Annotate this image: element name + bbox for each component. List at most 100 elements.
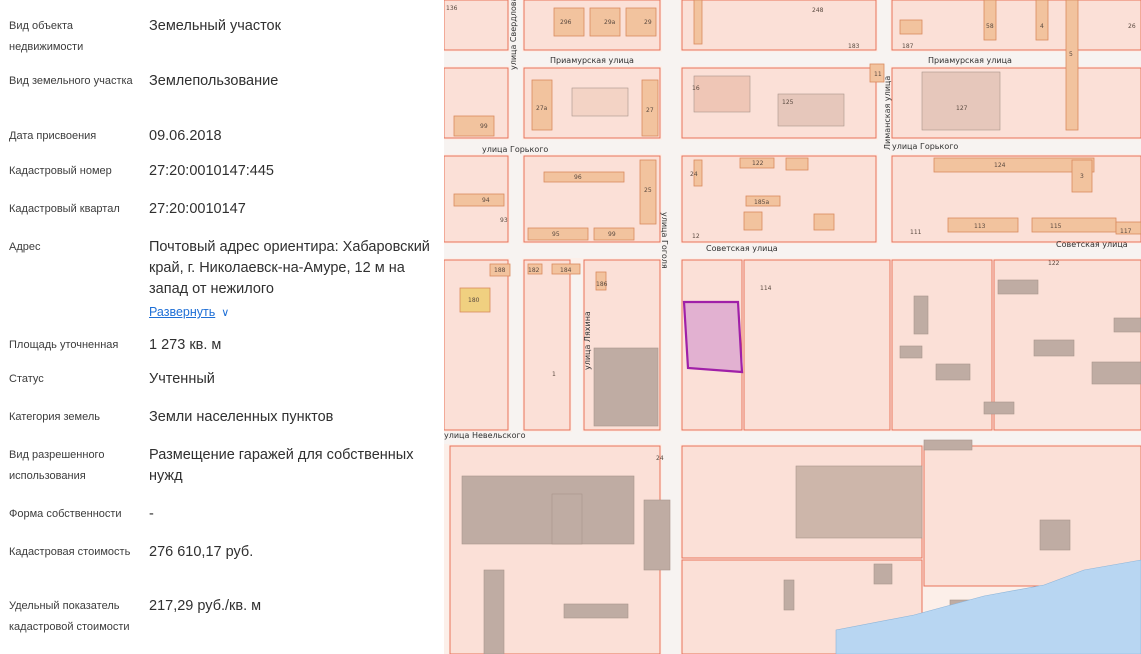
building-number: 122 xyxy=(752,160,764,167)
structure xyxy=(873,563,893,585)
street-lyakina xyxy=(572,268,582,432)
address-text: Почтовый адрес ориентира: Хабаровский кр… xyxy=(149,239,430,297)
street-label: улица Невельского xyxy=(444,431,526,440)
building xyxy=(693,0,703,45)
building-number: 124 xyxy=(994,162,1006,169)
parcel xyxy=(891,259,993,431)
building-number: 125 xyxy=(782,99,794,106)
building-number: 24 xyxy=(656,455,664,462)
building-number: 296 xyxy=(560,19,572,26)
property-label: Удельный показатель кадастровой стоимост… xyxy=(9,600,130,633)
structure xyxy=(483,569,505,654)
building-number: 99 xyxy=(608,231,616,238)
property-label: Вид разрешенного использования xyxy=(9,449,105,482)
building-number: 29 xyxy=(644,19,652,26)
building xyxy=(1035,0,1049,41)
property-value: Учтенный xyxy=(149,371,215,387)
building-number: 16 xyxy=(692,85,700,92)
building-number: 114 xyxy=(760,285,772,292)
street-label: Советская улица xyxy=(1056,240,1128,249)
structure xyxy=(997,279,1039,295)
street-priamurskaya xyxy=(444,52,1141,66)
structure xyxy=(693,75,751,113)
building xyxy=(453,193,505,207)
street-gorkogo xyxy=(444,140,1141,154)
selected-parcel[interactable] xyxy=(682,300,744,374)
property-label: Статус xyxy=(9,373,44,385)
structure xyxy=(1039,519,1071,551)
property-value: Земли населенных пунктов xyxy=(149,409,334,425)
street-label: Лиманская улица xyxy=(883,76,892,150)
parcel xyxy=(444,259,509,431)
building xyxy=(899,19,923,35)
street-label: улица Горького xyxy=(892,142,958,151)
building-number: 5 xyxy=(1069,51,1073,58)
property-value: 217,29 руб./кв. м xyxy=(149,598,262,614)
building-number: 99 xyxy=(480,123,488,130)
cadastral-map[interactable]: Приамурская улица Приамурская улица улиц… xyxy=(444,0,1141,654)
building-number: 115 xyxy=(1050,223,1062,230)
building-number: 111 xyxy=(910,229,922,236)
building-number: 185а xyxy=(754,199,769,206)
building-number: 188 xyxy=(494,267,506,274)
building-number: 117 xyxy=(1120,228,1132,235)
parcel xyxy=(523,259,571,431)
map-canvas[interactable]: Приамурская улица Приамурская улица улиц… xyxy=(444,0,1141,654)
structure xyxy=(783,579,795,611)
property-label: Кадастровый квартал xyxy=(9,203,120,215)
structure xyxy=(563,603,629,619)
building-number: 113 xyxy=(974,223,986,230)
building xyxy=(453,115,495,137)
expand-label[interactable]: Развернуть xyxy=(149,305,215,319)
expand-address-link[interactable]: Развернуть ∨ xyxy=(149,302,229,324)
building-number: 95 xyxy=(552,231,560,238)
structure xyxy=(921,71,1001,131)
structure xyxy=(593,347,659,427)
building-number: 27а xyxy=(536,105,548,112)
property-label: Вид объекта недвижимости xyxy=(9,20,84,53)
building-number: 27 xyxy=(646,107,654,114)
structure xyxy=(913,295,929,335)
structure xyxy=(1091,361,1141,385)
property-label: Дата присвоения xyxy=(9,130,97,142)
street-nevelskogo xyxy=(444,432,1141,444)
structure xyxy=(935,363,971,381)
structure xyxy=(795,465,923,539)
property-label: Адрес xyxy=(9,241,41,253)
building-number: 187 xyxy=(902,43,914,50)
street-label: Советская улица xyxy=(706,244,778,253)
building-number: 29а xyxy=(604,19,616,26)
property-info-panel: Вид объекта недвижимости Земельный участ… xyxy=(0,0,444,654)
property-value: Почтовый адрес ориентира: Хабаровский кр… xyxy=(149,237,439,324)
building-number: 11 xyxy=(874,71,882,78)
property-value: Землепользование xyxy=(149,73,279,89)
building-number: 180 xyxy=(468,297,480,304)
property-label: Вид земельного участка xyxy=(9,75,133,87)
building-number: 248 xyxy=(812,7,824,14)
street-label: улица Гоголя xyxy=(660,212,669,269)
property-label: Кадастровый номер xyxy=(9,165,112,177)
structure xyxy=(923,439,973,451)
building-number: 122 xyxy=(1048,260,1060,267)
property-value: 27:20:0010147:445 xyxy=(149,163,274,179)
building xyxy=(983,0,997,41)
building-number: 96 xyxy=(574,174,582,181)
chevron-down-icon[interactable]: ∨ xyxy=(221,303,229,324)
property-value: 09.06.2018 xyxy=(149,128,222,144)
structure xyxy=(1113,317,1141,333)
building-number: 186 xyxy=(596,281,608,288)
street-label: улица Свердлова xyxy=(509,0,518,70)
building-number: 93 xyxy=(500,217,508,224)
building-number: 4 xyxy=(1040,23,1044,30)
building-number: 12 xyxy=(692,233,700,240)
building-number: 184 xyxy=(560,267,572,274)
property-value: 276 610,17 руб. xyxy=(149,544,254,560)
property-value: 1 273 кв. м xyxy=(149,337,222,353)
property-value: Земельный участок xyxy=(149,18,281,34)
property-label: Кадастровая стоимость xyxy=(9,546,131,558)
street-sovetskaya xyxy=(444,244,1141,258)
building xyxy=(543,171,625,183)
structure xyxy=(1033,339,1075,357)
building-number: 58 xyxy=(986,23,994,30)
building xyxy=(743,211,763,231)
